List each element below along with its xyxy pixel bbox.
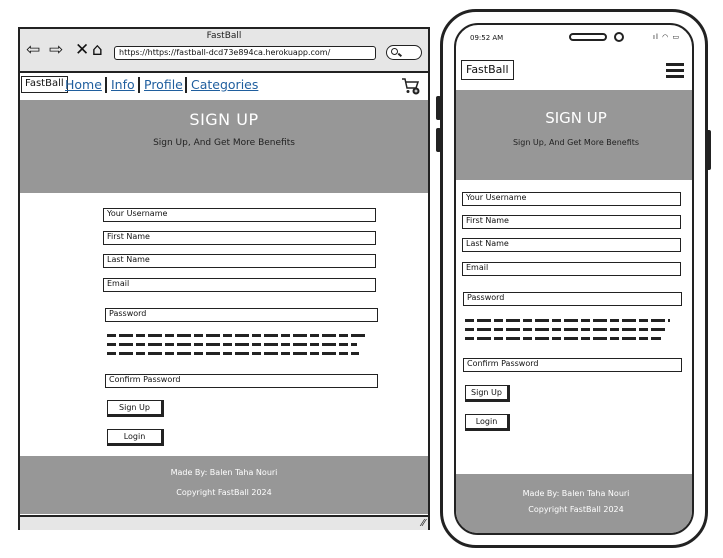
password-help-text [107, 352, 359, 355]
signal-icon: ıl [653, 33, 659, 41]
footer-copyright: Copyright FastBall 2024 [528, 505, 624, 514]
browser-toolbar: FastBall ⇦ ⇨ ✕ ⌂ https://https://fastbal… [20, 29, 428, 73]
username-field[interactable]: Your Username [462, 192, 681, 206]
phone-speaker [569, 33, 607, 41]
footer-credit: Made By: Balen Taha Nouri [522, 489, 630, 498]
confirm-password-field[interactable]: Confirm Password [463, 358, 682, 372]
sign-up-button[interactable]: Sign Up [465, 385, 510, 402]
sign-up-button[interactable]: Sign Up [107, 400, 164, 417]
nav-separator [138, 77, 140, 93]
site-navbar: FastBall Home Info Profile Categories [20, 74, 428, 98]
close-icon[interactable]: ✕ [75, 42, 89, 59]
login-button[interactable]: Login [465, 414, 510, 431]
cart-icon[interactable] [401, 77, 421, 95]
footer-copyright: Copyright FastBall 2024 [176, 488, 272, 497]
home-icon[interactable]: ⌂ [92, 42, 103, 59]
nav-separator [105, 77, 107, 93]
footer-credit: Made By: Balen Taha Nouri [170, 468, 278, 477]
browser-search-button[interactable] [386, 45, 422, 60]
resize-grip-icon[interactable]: ⁄⁄ [422, 518, 425, 529]
first-name-field[interactable]: First Name [103, 231, 376, 245]
nav-link-home[interactable]: Home [65, 77, 102, 92]
url-bar[interactable]: https://https://fastball-dcd73e894ca.her… [114, 46, 376, 60]
nav-link-info[interactable]: Info [111, 77, 135, 92]
password-help-text [107, 343, 357, 346]
search-icon-handle [397, 52, 403, 57]
password-help-text [465, 337, 661, 340]
password-field[interactable]: Password [105, 308, 378, 322]
confirm-password-field[interactable]: Confirm Password [105, 374, 378, 388]
status-icons: ıl ◠ ▭ [653, 33, 680, 41]
site-footer: Made By: Balen Taha Nouri Copyright Fast… [20, 456, 428, 514]
hero-subtitle: Sign Up, And Get More Benefits [512, 138, 640, 147]
last-name-field[interactable]: Last Name [103, 254, 376, 268]
status-time: 09:52 AM [470, 34, 504, 42]
password-field[interactable]: Password [463, 292, 682, 306]
browser-window: FastBall ⇦ ⇨ ✕ ⌂ https://https://fastbal… [18, 27, 430, 530]
browser-status-bar: ⁄⁄ [20, 515, 428, 530]
site-brand[interactable]: FastBall [461, 60, 514, 80]
hero-title: SIGN UP [545, 109, 607, 127]
hero-banner: SIGN UP Sign Up, And Get More Benefits [456, 90, 692, 180]
first-name-field[interactable]: First Name [462, 215, 681, 229]
forward-arrow-icon[interactable]: ⇨ [49, 42, 63, 59]
nav-link-profile[interactable]: Profile [144, 77, 183, 92]
phone-frame: 09:52 AM ıl ◠ ▭ FastBall SIGN UP Sign Up… [440, 9, 708, 548]
last-name-field[interactable]: Last Name [462, 238, 681, 252]
login-button[interactable]: Login [107, 429, 164, 446]
password-help-text [465, 319, 670, 322]
site-brand[interactable]: FastBall [21, 76, 68, 93]
password-help-text [107, 334, 365, 337]
hero-title: SIGN UP [189, 110, 259, 129]
email-field[interactable]: Email [103, 278, 376, 292]
phone-screen: 09:52 AM ıl ◠ ▭ FastBall SIGN UP Sign Up… [454, 23, 694, 535]
email-field[interactable]: Email [462, 262, 681, 276]
password-help-text [465, 328, 665, 331]
hero-subtitle: Sign Up, And Get More Benefits [153, 138, 295, 148]
battery-icon: ▭ [672, 33, 681, 41]
nav-separator [185, 77, 187, 93]
wifi-icon: ◠ [662, 33, 670, 41]
back-arrow-icon[interactable]: ⇦ [26, 42, 40, 59]
site-footer: Made By: Balen Taha Nouri Copyright Fast… [456, 474, 692, 533]
phone-camera [614, 32, 624, 42]
hamburger-menu-icon[interactable] [666, 63, 684, 79]
hero-banner: SIGN UP Sign Up, And Get More Benefits [20, 100, 428, 193]
username-field[interactable]: Your Username [103, 208, 376, 222]
nav-link-categories[interactable]: Categories [191, 77, 258, 92]
